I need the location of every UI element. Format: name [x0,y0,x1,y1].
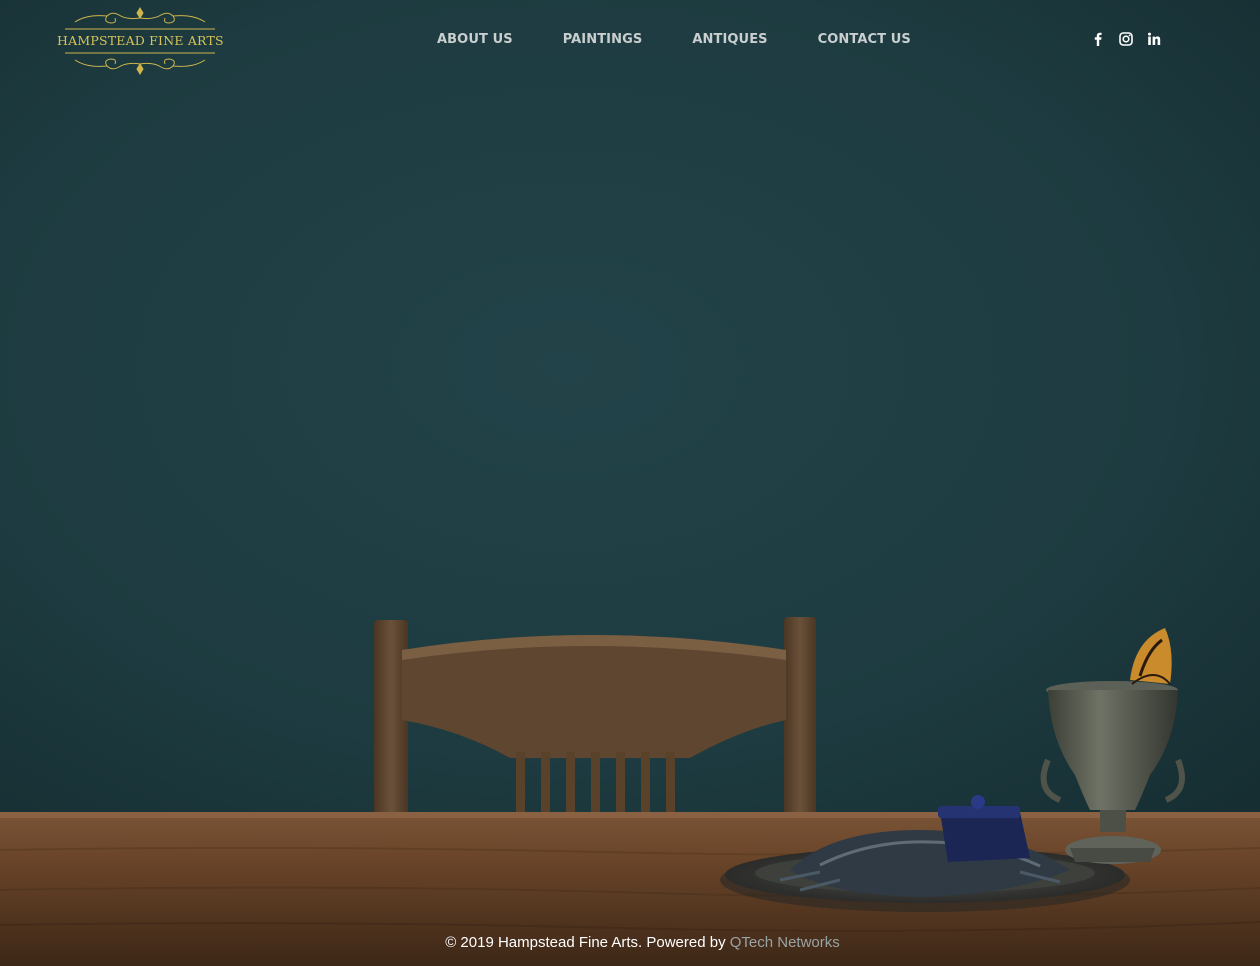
qtech-networks-link[interactable]: QTech Networks [730,934,840,951]
nav-item-antiques[interactable]: ANTIQUES [692,31,767,49]
linkedin-icon[interactable] [1146,31,1162,47]
hero-background [0,0,1260,966]
nav-item-about-us[interactable]: ABOUT US [437,31,513,49]
nav-item-paintings[interactable]: PAINTINGS [563,31,643,49]
nav-item-contact-us[interactable]: CONTACT US [818,31,911,49]
social-links [1090,31,1162,47]
still-life-scene [0,0,1260,966]
logo-text: HAMPSTEAD FINE ARTS [57,33,224,48]
footer-copyright: © 2019 Hampstead Fine Arts. Powered by [445,934,730,951]
instagram-icon[interactable] [1118,31,1134,47]
main-nav: ABOUT US PAINTINGS ANTIQUES CONTACT US [437,31,911,49]
footer: © 2019 Hampstead Fine Arts. Powered by Q… [0,933,1260,953]
brand-logo[interactable]: HAMPSTEAD FINE ARTS [57,6,224,76]
facebook-icon[interactable] [1090,31,1106,47]
